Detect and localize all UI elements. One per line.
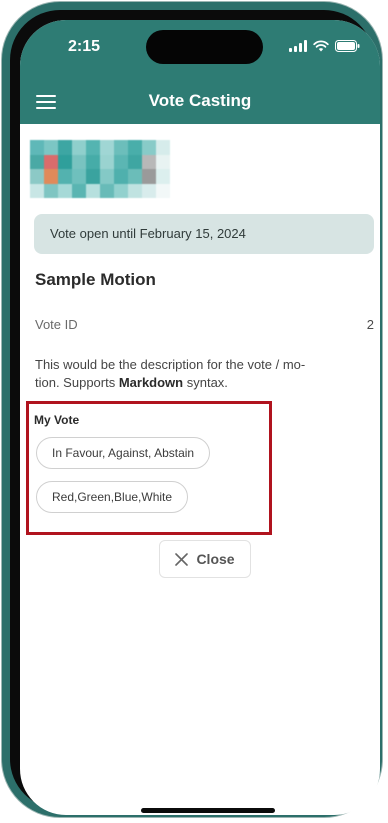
logo-pixel (156, 154, 170, 169)
logo-pixel (100, 154, 114, 169)
description-bold: Markdown (118, 375, 184, 390)
logo-pixel (100, 169, 114, 184)
logo-pixel (156, 183, 170, 198)
logo-pixel (128, 169, 142, 184)
logo-pixel (72, 183, 86, 198)
logo-pixel (30, 183, 44, 198)
app-title: Vote Casting (148, 91, 252, 110)
logo-pixel (128, 154, 142, 169)
app-bar: Vote Casting (20, 78, 380, 124)
logo-pixel (58, 140, 72, 155)
logo-pixel (86, 140, 100, 155)
logo-pixel (44, 169, 58, 184)
description-suffix: syntax. (183, 375, 228, 390)
logo-pixel (156, 140, 170, 155)
home-indicator (141, 808, 275, 813)
phone-frame: 2:15 Vote Casting Vote open until Februa… (2, 2, 382, 817)
dynamic-island (146, 30, 263, 64)
logo-pixel (72, 140, 86, 155)
logo-pixel (142, 154, 156, 169)
logo-pixel (44, 154, 58, 169)
logo-pixel (86, 169, 100, 184)
description-line1: This would be the description for the vo… (35, 357, 306, 372)
motion-title: Sample Motion (35, 270, 156, 289)
logo-pixel (156, 169, 170, 184)
logo-pixel (30, 169, 44, 184)
description-prefix: tion. Supports (35, 375, 119, 390)
vote-id-label: Vote ID (35, 317, 78, 332)
organization-logo (30, 140, 170, 198)
logo-pixel (128, 140, 142, 155)
logo-pixel (30, 140, 44, 155)
close-icon (175, 552, 189, 566)
logo-pixel (114, 154, 128, 169)
logo-pixel (72, 169, 86, 184)
logo-pixel (44, 183, 58, 198)
logo-pixel (58, 183, 72, 198)
logo-pixel (100, 183, 114, 198)
logo-pixel (58, 154, 72, 169)
logo-pixel (142, 183, 156, 198)
signal-icon (289, 40, 307, 52)
logo-pixel (100, 140, 114, 155)
my-vote-label: My Vote (34, 413, 80, 427)
status-bar: 2:15 (20, 20, 380, 78)
vote-option-button[interactable]: Red,Green,Blue,White (36, 481, 189, 513)
vote-option-button[interactable]: In Favour, Against, Abstain (36, 437, 211, 469)
vote-open-text: Vote open until February 15, 2024 (50, 226, 246, 241)
vote-id-value: 2 (366, 317, 374, 332)
logo-pixel (30, 154, 44, 169)
logo-pixel (142, 140, 156, 155)
vote-open-banner: Vote open until February 15, 2024 (34, 214, 374, 254)
logo-pixel (72, 154, 86, 169)
logo-pixel (114, 169, 128, 184)
battery-icon (335, 40, 360, 52)
close-button-label: Close (196, 551, 235, 567)
logo-pixel (86, 154, 100, 169)
screen: 2:15 Vote Casting Vote open until Februa… (20, 20, 380, 815)
logo-pixel (128, 183, 142, 198)
phone-bezel: 2:15 Vote Casting Vote open until Februa… (10, 10, 380, 815)
logo-pixel (58, 169, 72, 184)
logo-pixel (142, 169, 156, 184)
logo-pixel (114, 140, 128, 155)
close-button[interactable]: Close (159, 540, 251, 578)
logo-pixel (86, 183, 100, 198)
status-time: 2:15 (68, 38, 101, 55)
motion-description: This would be the description for the vo… (35, 356, 365, 392)
logo-pixel (44, 140, 58, 155)
wifi-icon (313, 40, 329, 52)
logo-pixel (114, 183, 128, 198)
status-icons (289, 40, 360, 52)
